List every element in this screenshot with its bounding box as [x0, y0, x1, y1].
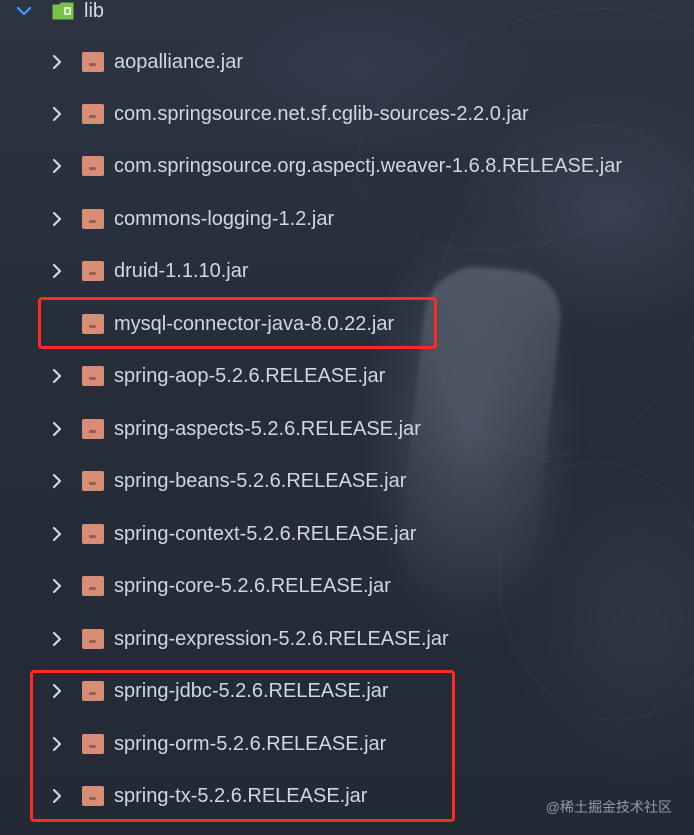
jar-file-icon: [81, 260, 105, 282]
chevron-right-icon[interactable]: [47, 681, 67, 701]
jar-row-cglib-sources[interactable]: com.springsource.net.sf.cglib-sources-2.…: [0, 88, 694, 140]
jar-file-icon: [81, 733, 105, 755]
jar-label: spring-aop-5.2.6.RELEASE.jar: [114, 365, 386, 387]
chevron-right-icon[interactable]: [47, 419, 67, 439]
jar-label: aopalliance.jar: [114, 51, 243, 73]
jar-file-icon: [81, 470, 105, 492]
jar-file-icon: [81, 155, 105, 177]
lib-folder-label: lib: [84, 0, 105, 22]
jar-label: com.springsource.net.sf.cglib-sources-2.…: [114, 103, 529, 125]
lib-folder-row[interactable]: lib: [0, 0, 694, 24]
jar-row-spring-core[interactable]: spring-core-5.2.6.RELEASE.jar: [0, 560, 694, 612]
jar-file-icon: [81, 208, 105, 230]
watermark: @稀土掘金技术社区: [545, 799, 672, 815]
chevron-right-icon[interactable]: [47, 629, 67, 649]
jar-row-spring-orm[interactable]: spring-orm-5.2.6.RELEASE.jar: [0, 718, 694, 770]
jar-file-icon: [81, 103, 105, 125]
chevron-right-icon[interactable]: [47, 576, 67, 596]
jar-row-spring-aspects[interactable]: spring-aspects-5.2.6.RELEASE.jar: [0, 403, 694, 455]
folder-library-icon: [51, 1, 75, 21]
jar-row-aspectj-weaver[interactable]: com.springsource.org.aspectj.weaver-1.6.…: [0, 140, 694, 192]
chevron-right-icon[interactable]: [47, 524, 67, 544]
jar-file-icon: [81, 51, 105, 73]
jar-label: com.springsource.org.aspectj.weaver-1.6.…: [114, 155, 623, 177]
chevron-right-icon[interactable]: [47, 261, 67, 281]
jar-file-icon: [81, 365, 105, 387]
jar-label: spring-beans-5.2.6.RELEASE.jar: [114, 470, 407, 492]
jar-label: druid-1.1.10.jar: [114, 260, 249, 282]
jar-row-spring-aop[interactable]: spring-aop-5.2.6.RELEASE.jar: [0, 350, 694, 402]
jar-label: spring-orm-5.2.6.RELEASE.jar: [114, 733, 387, 755]
jar-label: spring-tx-5.2.6.RELEASE.jar: [114, 785, 368, 807]
jar-row-aopalliance[interactable]: aopalliance.jar: [0, 36, 694, 88]
chevron-right-icon[interactable]: [47, 786, 67, 806]
jar-label: commons-logging-1.2.jar: [114, 208, 335, 230]
chevron-right-icon[interactable]: [47, 209, 67, 229]
project-tree: lib aopalliance.jar com.springsource.net…: [0, 0, 694, 835]
chevron-right-icon[interactable]: [47, 156, 67, 176]
chevron-right-icon[interactable]: [47, 104, 67, 124]
jar-file-icon: [81, 313, 105, 335]
jar-label: spring-aspects-5.2.6.RELEASE.jar: [114, 418, 421, 440]
jar-row-druid[interactable]: druid-1.1.10.jar: [0, 245, 694, 297]
chevron-right-icon[interactable]: [47, 471, 67, 491]
chevron-right-icon[interactable]: [47, 734, 67, 754]
chevron-down-icon[interactable]: [14, 1, 34, 21]
jar-label: spring-core-5.2.6.RELEASE.jar: [114, 575, 391, 597]
jar-row-spring-expression[interactable]: spring-expression-5.2.6.RELEASE.jar: [0, 613, 694, 665]
jar-label: spring-expression-5.2.6.RELEASE.jar: [114, 628, 449, 650]
jar-file-icon: [81, 680, 105, 702]
jar-row-spring-jdbc[interactable]: spring-jdbc-5.2.6.RELEASE.jar: [0, 665, 694, 717]
jar-row-spring-beans[interactable]: spring-beans-5.2.6.RELEASE.jar: [0, 455, 694, 507]
jar-row-spring-context[interactable]: spring-context-5.2.6.RELEASE.jar: [0, 508, 694, 560]
jar-file-icon: [81, 785, 105, 807]
jar-file-icon: [81, 575, 105, 597]
jar-file-icon: [81, 628, 105, 650]
jar-row-commons-logging[interactable]: commons-logging-1.2.jar: [0, 193, 694, 245]
jar-row-mysql-connector[interactable]: mysql-connector-java-8.0.22.jar: [0, 298, 694, 350]
jar-label: spring-context-5.2.6.RELEASE.jar: [114, 523, 417, 545]
jar-file-icon: [81, 523, 105, 545]
jar-label: spring-jdbc-5.2.6.RELEASE.jar: [114, 680, 389, 702]
jar-label: mysql-connector-java-8.0.22.jar: [114, 313, 395, 335]
chevron-right-icon[interactable]: [47, 366, 67, 386]
chevron-right-icon[interactable]: [47, 52, 67, 72]
jar-file-icon: [81, 418, 105, 440]
